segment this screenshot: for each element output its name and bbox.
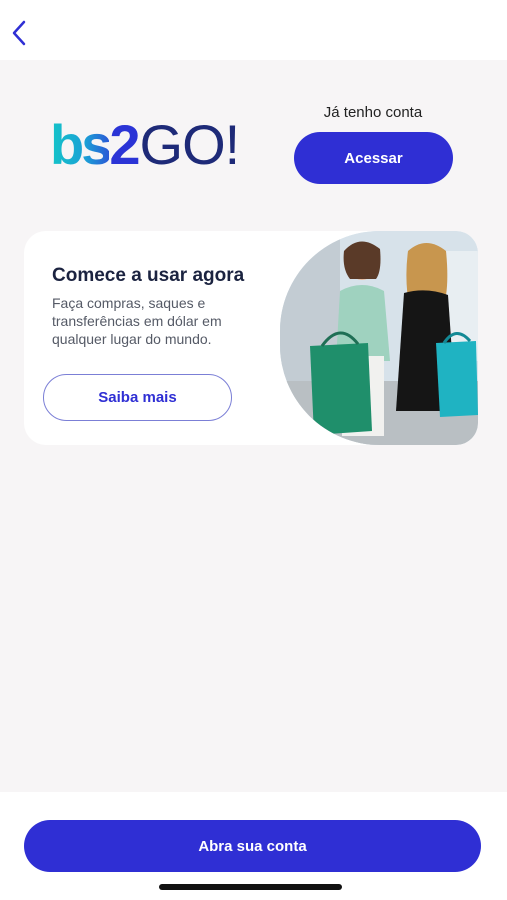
logo-bs: bs: [50, 113, 112, 176]
logo-go: GO!: [139, 113, 241, 176]
access-button[interactable]: Acessar: [294, 132, 453, 184]
chevron-left-icon: [12, 20, 26, 46]
learn-more-button[interactable]: Saiba mais: [43, 374, 232, 421]
footer: Abra sua conta: [0, 792, 507, 900]
back-button[interactable]: [6, 18, 32, 48]
logo-2: 2: [109, 113, 140, 176]
hero-section: bs 2 GO! Já tenho conta Acessar: [0, 95, 507, 195]
promo-title: Comece a usar agora: [52, 265, 245, 286]
home-indicator: [159, 884, 342, 890]
photo-illustration: [280, 231, 478, 445]
brand-logo: bs 2 GO!: [50, 115, 250, 175]
shopping-women-photo: [280, 231, 478, 445]
have-account-label: Já tenho conta: [323, 104, 423, 121]
open-account-button[interactable]: Abra sua conta: [24, 820, 481, 872]
top-bar: [0, 0, 507, 60]
promo-description: Faça compras, saques e transferências em…: [52, 295, 222, 347]
promo-card: Comece a usar agora Faça compras, saques…: [24, 231, 478, 445]
